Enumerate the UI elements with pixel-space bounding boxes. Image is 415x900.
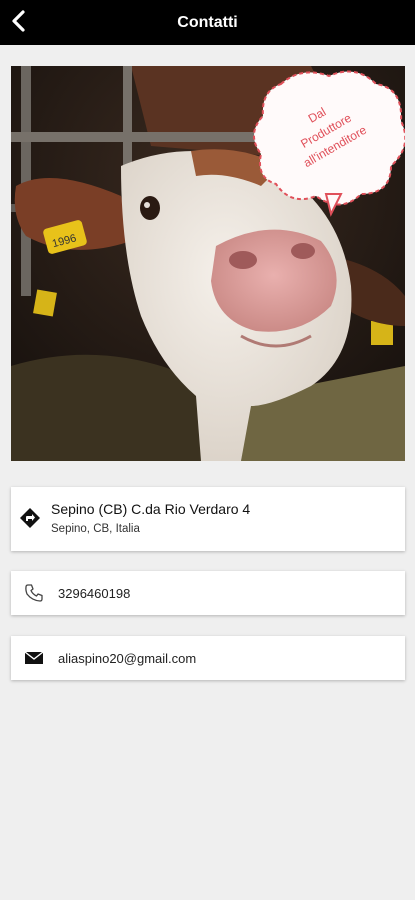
address-card[interactable]: Sepino (CB) C.da Rio Verdaro 4 Sepino, C…	[11, 487, 405, 551]
phone-icon	[23, 582, 45, 604]
email-address: aliaspino20@gmail.com	[58, 651, 197, 666]
email-card[interactable]: aliaspino20@gmail.com	[11, 636, 405, 680]
address-street: Sepino (CB) C.da Rio Verdaro 4	[51, 501, 251, 517]
directions-icon	[19, 507, 41, 529]
phone-card[interactable]: 3296460198	[11, 571, 405, 615]
top-app-bar: Contatti	[0, 0, 415, 45]
address-city: Sepino, CB, Italia	[51, 523, 140, 535]
phone-number: 3296460198	[58, 586, 131, 601]
mail-icon	[23, 647, 45, 669]
cow-photo: 1996 Dal Produttore all'intenditore	[11, 66, 405, 461]
page-title: Contatti	[177, 14, 238, 31]
